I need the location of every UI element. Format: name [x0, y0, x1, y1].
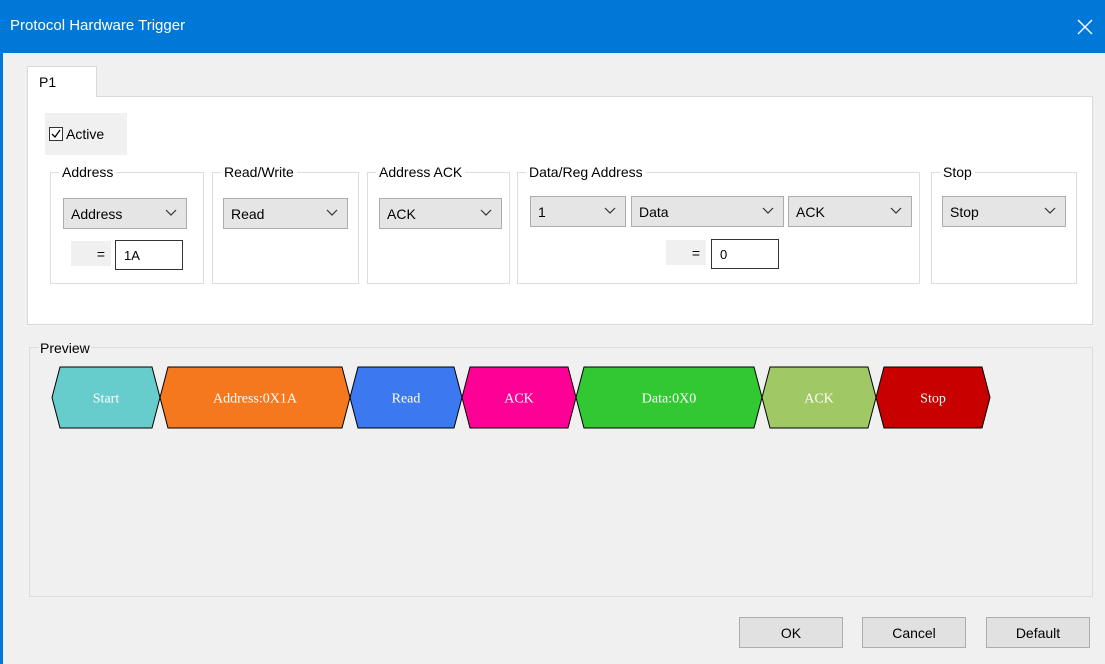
preview-segment-stop: Stop: [875, 366, 991, 429]
segment-label: Start: [93, 392, 120, 407]
dialog-window: Protocol Hardware Trigger P1 Active Addr…: [0, 0, 1105, 664]
preview-segment-ack: ACK: [461, 366, 577, 429]
tab-p1[interactable]: P1: [27, 66, 97, 97]
preview-segment-ack: ACK: [761, 366, 877, 429]
segment-label: Read: [392, 392, 421, 407]
preview-segment-start: Start: [51, 366, 161, 429]
default-button[interactable]: Default: [986, 617, 1090, 648]
preview-segment-address-0x1a: Address:0X1A: [159, 366, 351, 429]
ok-button[interactable]: OK: [739, 617, 843, 648]
segment-label: Data:0X0: [642, 392, 696, 407]
preview-segment-data-0x0: Data:0X0: [575, 366, 763, 429]
cancel-button[interactable]: Cancel: [862, 617, 966, 648]
preview-segment-read: Read: [349, 366, 463, 429]
segment-label: ACK: [804, 392, 834, 407]
preview-diagram: Start Address:0X1A Read ACK Data:0X0 ACK Stop: [51, 366, 991, 429]
segment-label: ACK: [504, 392, 534, 407]
tab-label: P1: [39, 74, 57, 90]
segment-label: Address:0X1A: [213, 392, 298, 407]
segment-label: Stop: [920, 392, 946, 407]
